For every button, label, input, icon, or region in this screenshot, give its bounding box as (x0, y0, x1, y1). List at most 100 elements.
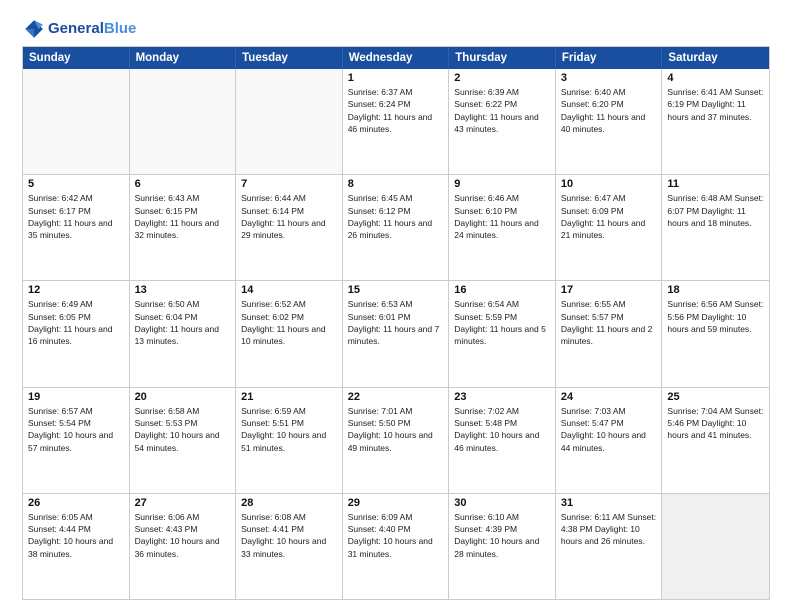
day-info: Sunrise: 6:49 AM Sunset: 6:05 PM Dayligh… (28, 298, 124, 347)
calendar-cell-3-5: 24Sunrise: 7:03 AM Sunset: 5:47 PM Dayli… (556, 388, 663, 493)
day-number: 9 (454, 178, 550, 190)
day-info: Sunrise: 6:37 AM Sunset: 6:24 PM Dayligh… (348, 86, 444, 135)
weekday-header-thursday: Thursday (449, 47, 556, 69)
day-info: Sunrise: 6:59 AM Sunset: 5:51 PM Dayligh… (241, 405, 337, 454)
calendar-cell-0-2 (236, 69, 343, 174)
day-number: 23 (454, 391, 550, 403)
day-number: 14 (241, 284, 337, 296)
calendar-cell-3-0: 19 Sunrise: 6:57 AM Sunset: 5:54 PM Dayli… (23, 388, 130, 493)
day-number: 1 (348, 72, 444, 84)
day-number: 31 (561, 497, 657, 509)
day-info: Sunrise: 6:57 AM Sunset: 5:54 PM Dayligh… (28, 405, 124, 454)
day-number: 6 (135, 178, 231, 190)
day-number: 17 (561, 284, 657, 296)
day-info: Sunrise: 7:01 AM Sunset: 5:50 PM Dayligh… (348, 405, 444, 454)
calendar-cell-4-5: 31 Sunrise: 6:11 AM Sunset: 4:38 PM Dayli… (556, 494, 663, 599)
day-info: Sunrise: 6:40 AM Sunset: 6:20 PM Dayligh… (561, 86, 657, 135)
weekday-header-sunday: Sunday (23, 47, 130, 69)
day-info: Sunrise: 6:43 AM Sunset: 6:15 PM Dayligh… (135, 192, 231, 241)
day-info: Sunrise: 6:56 AM Sunset: 5:56 PM Dayligh… (667, 298, 764, 335)
day-number: 15 (348, 284, 444, 296)
day-number: 4 (667, 72, 764, 84)
calendar-row-0: 1 Sunrise: 6:37 AM Sunset: 6:24 PM Daylig… (23, 69, 769, 174)
logo: GeneralBlue (22, 18, 136, 40)
day-info: Sunrise: 6:55 AM Sunset: 5:57 PM Dayligh… (561, 298, 657, 347)
day-info: Sunrise: 6:53 AM Sunset: 6:01 PM Dayligh… (348, 298, 444, 347)
calendar: SundayMondayTuesdayWednesdayThursdayFrid… (22, 46, 770, 600)
day-info: Sunrise: 6:52 AM Sunset: 6:02 PM Dayligh… (241, 298, 337, 347)
calendar-cell-0-3: 1 Sunrise: 6:37 AM Sunset: 6:24 PM Daylig… (343, 69, 450, 174)
calendar-cell-3-2: 21 Sunrise: 6:59 AM Sunset: 5:51 PM Dayli… (236, 388, 343, 493)
calendar-cell-3-4: 23 Sunrise: 7:02 AM Sunset: 5:48 PM Dayli… (449, 388, 556, 493)
calendar-cell-2-2: 14 Sunrise: 6:52 AM Sunset: 6:02 PM Dayli… (236, 281, 343, 386)
calendar-cell-1-1: 6 Sunrise: 6:43 AM Sunset: 6:15 PM Daylig… (130, 175, 237, 280)
day-number: 19 (28, 391, 124, 403)
calendar-cell-0-1 (130, 69, 237, 174)
day-info: Sunrise: 6:06 AM Sunset: 4:43 PM Dayligh… (135, 511, 231, 560)
day-info: Sunrise: 6:42 AM Sunset: 6:17 PM Dayligh… (28, 192, 124, 241)
calendar-header: SundayMondayTuesdayWednesdayThursdayFrid… (23, 47, 769, 69)
calendar-cell-4-0: 26Sunrise: 6:05 AM Sunset: 4:44 PM Dayli… (23, 494, 130, 599)
calendar-body: 1 Sunrise: 6:37 AM Sunset: 6:24 PM Daylig… (23, 69, 769, 599)
calendar-cell-3-3: 22 Sunrise: 7:01 AM Sunset: 5:50 PM Dayli… (343, 388, 450, 493)
day-info: Sunrise: 6:50 AM Sunset: 6:04 PM Dayligh… (135, 298, 231, 347)
day-info: Sunrise: 6:44 AM Sunset: 6:14 PM Dayligh… (241, 192, 337, 241)
day-info: Sunrise: 6:11 AM Sunset: 4:38 PM Dayligh… (561, 511, 657, 548)
day-number: 5 (28, 178, 124, 190)
calendar-cell-4-3: 29Sunrise: 6:09 AM Sunset: 4:40 PM Dayli… (343, 494, 450, 599)
day-info: Sunrise: 7:02 AM Sunset: 5:48 PM Dayligh… (454, 405, 550, 454)
day-number: 26 (28, 497, 124, 509)
day-info: Sunrise: 6:58 AM Sunset: 5:53 PM Dayligh… (135, 405, 231, 454)
calendar-cell-1-3: 8 Sunrise: 6:45 AM Sunset: 6:12 PM Daylig… (343, 175, 450, 280)
day-number: 21 (241, 391, 337, 403)
calendar-cell-0-6: 4 Sunrise: 6:41 AM Sunset: 6:19 PM Daylig… (662, 69, 769, 174)
day-number: 3 (561, 72, 657, 84)
day-info: Sunrise: 6:47 AM Sunset: 6:09 PM Dayligh… (561, 192, 657, 241)
weekday-header-tuesday: Tuesday (236, 47, 343, 69)
day-number: 20 (135, 391, 231, 403)
logo-text: GeneralBlue (48, 21, 136, 38)
day-number: 24 (561, 391, 657, 403)
calendar-cell-1-0: 5 Sunrise: 6:42 AM Sunset: 6:17 PM Daylig… (23, 175, 130, 280)
page: GeneralBlue SundayMondayTuesdayWednesday… (0, 0, 792, 612)
day-number: 22 (348, 391, 444, 403)
day-info: Sunrise: 7:04 AM Sunset: 5:46 PM Dayligh… (667, 405, 764, 442)
calendar-cell-0-5: 3 Sunrise: 6:40 AM Sunset: 6:20 PM Daylig… (556, 69, 663, 174)
day-number: 10 (561, 178, 657, 190)
day-info: Sunrise: 6:45 AM Sunset: 6:12 PM Dayligh… (348, 192, 444, 241)
day-number: 25 (667, 391, 764, 403)
calendar-cell-4-6 (662, 494, 769, 599)
weekday-header-friday: Friday (556, 47, 663, 69)
day-info: Sunrise: 6:39 AM Sunset: 6:22 PM Dayligh… (454, 86, 550, 135)
day-number: 12 (28, 284, 124, 296)
day-info: Sunrise: 6:41 AM Sunset: 6:19 PM Dayligh… (667, 86, 764, 123)
day-info: Sunrise: 6:08 AM Sunset: 4:41 PM Dayligh… (241, 511, 337, 560)
day-info: Sunrise: 6:48 AM Sunset: 6:07 PM Dayligh… (667, 192, 764, 229)
calendar-cell-2-1: 13Sunrise: 6:50 AM Sunset: 6:04 PM Dayli… (130, 281, 237, 386)
header: GeneralBlue (22, 18, 770, 40)
calendar-row-2: 12 Sunrise: 6:49 AM Sunset: 6:05 PM Dayli… (23, 280, 769, 386)
calendar-row-4: 26Sunrise: 6:05 AM Sunset: 4:44 PM Dayli… (23, 493, 769, 599)
day-number: 27 (135, 497, 231, 509)
calendar-row-3: 19 Sunrise: 6:57 AM Sunset: 5:54 PM Dayli… (23, 387, 769, 493)
day-number: 28 (241, 497, 337, 509)
calendar-cell-0-4: 2 Sunrise: 6:39 AM Sunset: 6:22 PM Daylig… (449, 69, 556, 174)
day-number: 11 (667, 178, 764, 190)
calendar-cell-4-2: 28 Sunrise: 6:08 AM Sunset: 4:41 PM Dayli… (236, 494, 343, 599)
calendar-cell-4-1: 27 Sunrise: 6:06 AM Sunset: 4:43 PM Dayli… (130, 494, 237, 599)
day-number: 8 (348, 178, 444, 190)
calendar-cell-1-4: 9 Sunrise: 6:46 AM Sunset: 6:10 PM Daylig… (449, 175, 556, 280)
day-number: 7 (241, 178, 337, 190)
calendar-cell-1-6: 11 Sunrise: 6:48 AM Sunset: 6:07 PM Dayli… (662, 175, 769, 280)
weekday-header-wednesday: Wednesday (343, 47, 450, 69)
calendar-cell-0-0 (23, 69, 130, 174)
day-info: Sunrise: 6:10 AM Sunset: 4:39 PM Dayligh… (454, 511, 550, 560)
calendar-cell-3-6: 25 Sunrise: 7:04 AM Sunset: 5:46 PM Dayli… (662, 388, 769, 493)
calendar-cell-2-6: 18Sunrise: 6:56 AM Sunset: 5:56 PM Dayli… (662, 281, 769, 386)
logo-icon (22, 18, 44, 40)
day-number: 30 (454, 497, 550, 509)
day-info: Sunrise: 6:46 AM Sunset: 6:10 PM Dayligh… (454, 192, 550, 241)
calendar-cell-2-5: 17 Sunrise: 6:55 AM Sunset: 5:57 PM Dayli… (556, 281, 663, 386)
calendar-cell-4-4: 30 Sunrise: 6:10 AM Sunset: 4:39 PM Dayli… (449, 494, 556, 599)
day-number: 2 (454, 72, 550, 84)
